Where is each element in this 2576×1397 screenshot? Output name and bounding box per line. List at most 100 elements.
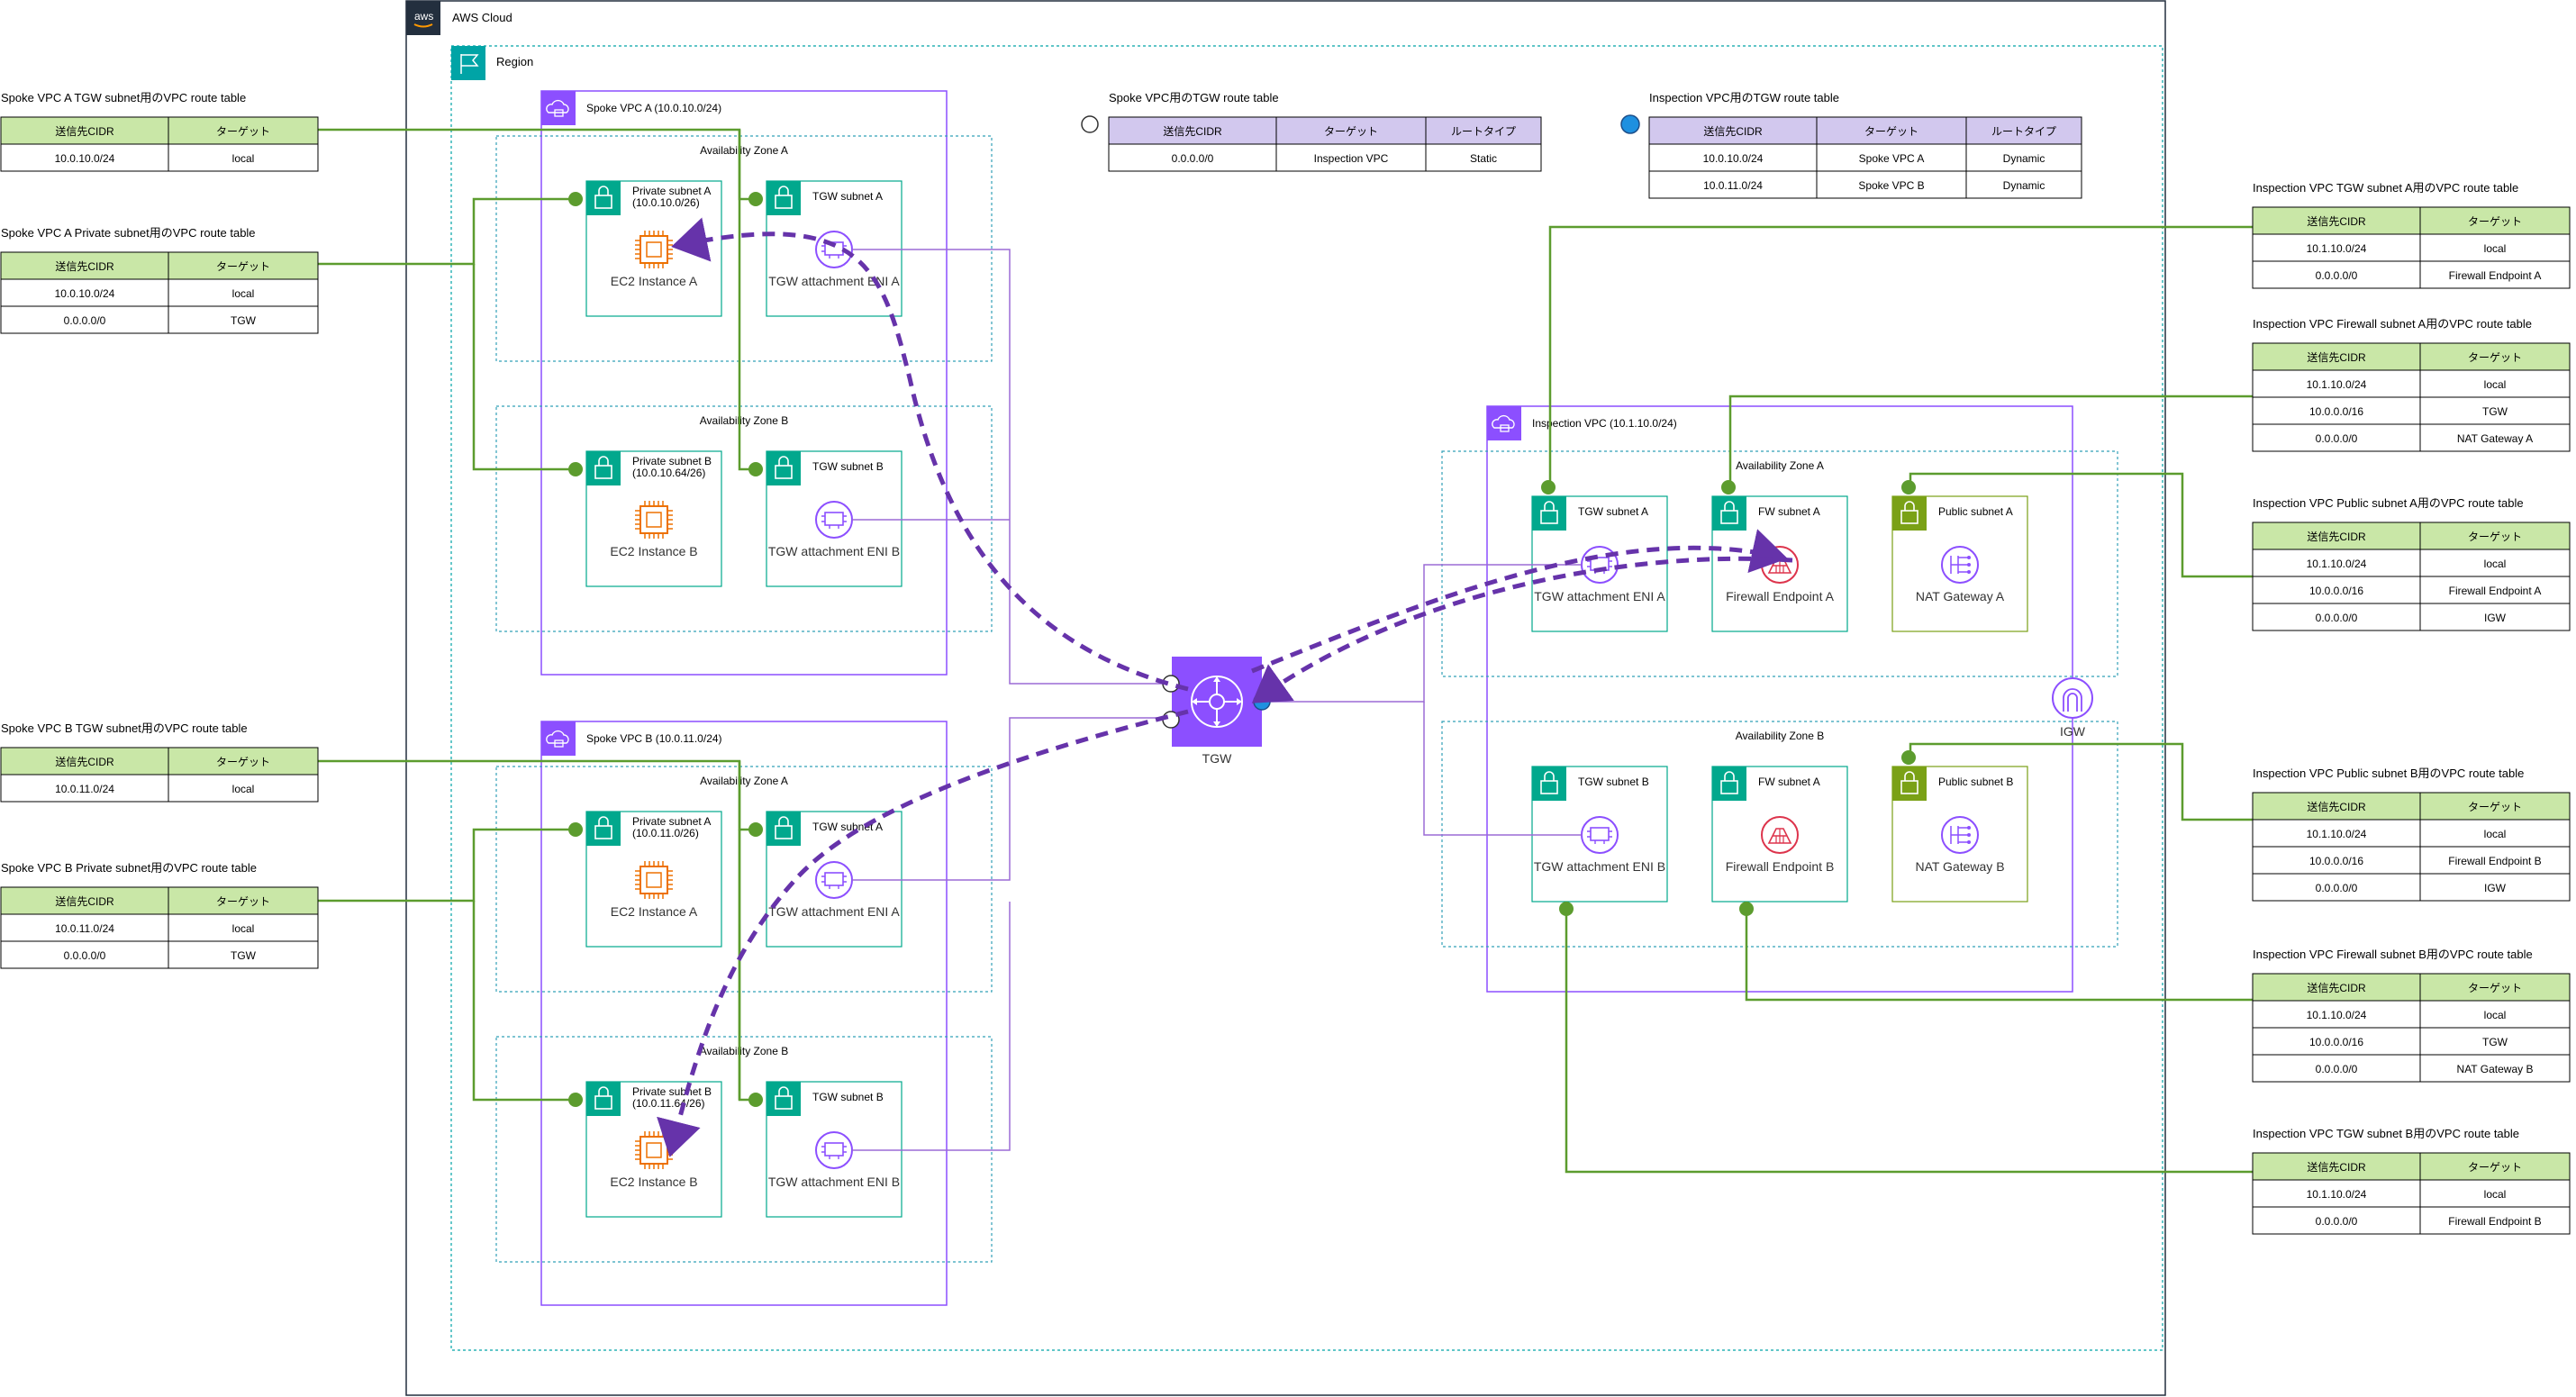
table-cell: local [232,287,255,300]
subnet-title: TGW subnet B [812,460,884,473]
table-cell: local [232,783,255,795]
table-cell: 10.0.10.0/24 [55,152,115,165]
table-cell: local [232,922,255,935]
resource-label: Firewall Endpoint B [1726,859,1835,874]
tgw-attachment-icon [815,1131,853,1169]
route-table-title: Spoke VPC A TGW subnet用のVPC route table [1,91,246,104]
route-table-title: Inspection VPC Public subnet B用のVPC rout… [2253,767,2524,780]
subnet-cidr: (10.0.10.0/26) [632,196,700,209]
subnet-title: Private subnet A [632,815,711,828]
tgw-attachment-icon [815,501,853,539]
subnet-title: FW subnet A [1758,776,1820,788]
table-cell: Firewall Endpoint B [2448,855,2541,867]
table-cell: 0.0.0.0/0 [64,314,106,327]
table-cell: IGW [2484,882,2507,894]
table-header-cell: ターゲット [1324,125,1378,138]
table-header-cell: ターゲット [2468,801,2522,813]
svg-text:aws: aws [414,10,433,23]
table-cell: 0.0.0.0/0 [2316,882,2358,894]
route-table-insp-fw-b: Inspection VPC Firewall subnet B用のVPC ro… [2252,948,2571,1083]
spoke-vpc-a-label: Spoke VPC A (10.0.10.0/24) [586,102,721,114]
resource-label: TGW attachment ENI A [1534,589,1665,603]
table-cell: 10.0.0.0/16 [2309,855,2363,867]
table-cell: 0.0.0.0/0 [2316,1215,2358,1228]
table-cell: Inspection VPC [1314,152,1389,165]
az-a-label: Availability Zone A [700,144,788,157]
table-header-cell: 送信先CIDR [2307,1160,2366,1174]
route-table-title: Spoke VPC A Private subnet用のVPC route ta… [1,226,256,240]
subnet-title: TGW subnet A [812,190,883,203]
table-cell: Spoke VPC A [1859,152,1925,165]
spoke-rt-legend-marker [1081,115,1099,133]
subnet-title: TGW subnet B [1578,776,1649,788]
table-cell: Static [1470,152,1497,165]
subnet-title: FW subnet A [1758,505,1820,518]
firewall-endpoint-icon [1761,816,1799,854]
resource-label: TGW attachment ENI B [768,544,900,558]
table-cell: 10.0.0.0/16 [2309,405,2363,418]
table-header-cell: 送信先CIDR [1703,124,1763,138]
route-table-title: Spoke VPC用のTGW route table [1109,91,1279,104]
table-cell: Firewall Endpoint A [2449,269,2542,282]
subnet-cidr: (10.0.11.64/26) [632,1097,705,1110]
table-cell: local [232,152,255,165]
subnet-title: Private subnet B [632,1085,712,1098]
table-header-cell: ターゲット [216,895,270,908]
table-cell: local [2484,242,2507,255]
table-cell: TGW [231,314,257,327]
igw-node: IGW [2052,677,2093,739]
table-header-bg [1,887,318,914]
table-cell: Spoke VPC B [1858,179,1924,192]
ec2-instance-icon [635,231,673,268]
table-cell: TGW [231,949,257,962]
route-table-title: Inspection VPC Firewall subnet A用のVPC ro… [2253,317,2532,331]
table-cell: 0.0.0.0/0 [2316,432,2358,445]
table-header-cell: ターゲット [2468,215,2522,228]
table-header-cell: ターゲット [2468,351,2522,364]
transit-gateway: TGW [1162,657,1271,766]
table-cell: 0.0.0.0/0 [2316,1063,2358,1075]
az-b-label: Availability Zone B [700,414,789,427]
table-cell: 10.0.0.0/16 [2309,1036,2363,1048]
table-header-cell: 送信先CIDR [55,259,114,273]
table-cell: local [2484,828,2507,840]
tgw-label: TGW [1202,751,1232,766]
tgw-attachment-icon [815,861,853,899]
table-cell: local [2484,1188,2507,1201]
table-header-bg [2253,793,2570,820]
table-header-cell: 送信先CIDR [55,755,114,768]
table-cell: NAT Gateway B [2457,1063,2534,1075]
subnet-title: TGW subnet A [1578,505,1648,518]
route-table-spoke-b-private: Spoke VPC B Private subnet用のVPC route ta… [0,861,319,969]
table-cell: Dynamic [2003,152,2045,165]
table-header-cell: ルートタイプ [1991,125,2056,138]
inspection-vpc-label: Inspection VPC (10.1.10.0/24) [1532,417,1677,430]
table-cell: 0.0.0.0/0 [64,949,106,962]
subnet-title: Private subnet A [632,185,711,197]
resource-label: EC2 Instance A [611,274,698,288]
table-cell: 0.0.0.0/0 [2316,269,2358,282]
table-cell: IGW [2484,612,2507,624]
inspection-association-marker [1253,693,1271,711]
table-header-cell: ターゲット [216,756,270,768]
table-header-cell: 送信先CIDR [2307,981,2366,994]
nat-gateway-icon [1941,816,1979,854]
table-cell: 10.0.10.0/24 [1703,152,1764,165]
resource-label: TGW attachment ENI B [1534,859,1665,874]
table-header-cell: ターゲット [216,125,270,138]
route-table-spoke-tgw-rt: Spoke VPC用のTGW route table 送信先CIDR ターゲット ルー… [1108,91,1542,172]
resource-label: TGW attachment ENI B [768,1175,900,1189]
table-cell: TGW [2482,1036,2508,1048]
table-header-cell: 送信先CIDR [2307,350,2366,364]
spoke-vpc-b: Spoke VPC B (10.0.11.0/24) Availability … [495,721,993,1306]
route-table-title: Spoke VPC B TGW subnet用のVPC route table [1,721,248,735]
az-b-label: Availability Zone B [1736,730,1825,742]
spoke-vpc-a: Spoke VPC A (10.0.10.0/24) Availability … [495,90,993,676]
table-cell: 10.1.10.0/24 [2307,828,2367,840]
table-header-cell: ターゲット [1864,125,1918,138]
table-cell: local [2484,558,2507,570]
subnet-title: TGW subnet B [812,1091,884,1103]
table-cell: 10.1.10.0/24 [2307,242,2367,255]
table-header-bg [1,748,318,775]
table-header-cell: 送信先CIDR [55,124,114,138]
